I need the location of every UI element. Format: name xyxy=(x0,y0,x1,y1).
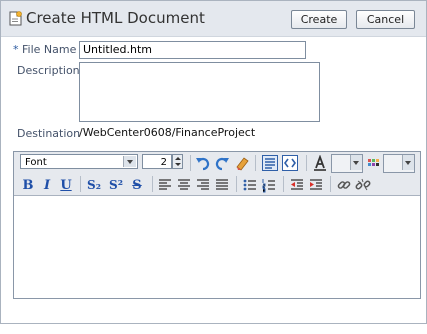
editor-toolbar-top: Font 2 xyxy=(14,152,420,175)
new-document-icon xyxy=(9,11,22,26)
source-code-mode-icon[interactable] xyxy=(282,155,298,171)
background-color-icon[interactable] xyxy=(365,155,381,171)
toolbar-separator xyxy=(236,176,237,192)
align-left-icon[interactable] xyxy=(157,177,173,193)
editor-toolbar-bottom: B I U S₂ S² S xyxy=(14,174,420,196)
font-color-picker[interactable] xyxy=(331,154,363,173)
bold-button[interactable]: B xyxy=(20,177,36,193)
spinner-up-icon[interactable] xyxy=(175,157,181,160)
destination-label: Destination xyxy=(17,127,81,140)
font-size-input[interactable]: 2 xyxy=(142,154,172,169)
chevron-down-icon[interactable] xyxy=(350,155,362,170)
dialog-header: Create HTML Document Create Cancel xyxy=(1,1,426,37)
toolbar-separator xyxy=(283,176,284,192)
background-color-picker[interactable] xyxy=(383,154,415,173)
numbered-list-icon[interactable] xyxy=(261,177,277,193)
strikethrough-button[interactable]: S xyxy=(129,177,145,193)
toolbar-separator xyxy=(330,176,331,192)
redo-icon[interactable] xyxy=(214,155,230,171)
required-marker: * xyxy=(13,43,19,56)
editor-content-area[interactable] xyxy=(14,196,420,298)
spinner-down-icon[interactable] xyxy=(175,163,181,166)
underline-button[interactable]: U xyxy=(58,177,74,193)
create-button[interactable]: Create xyxy=(291,10,347,29)
description-label: Description xyxy=(17,64,80,77)
toolbar-separator xyxy=(152,176,153,192)
undo-icon[interactable] xyxy=(195,155,211,171)
toolbar-separator xyxy=(306,155,307,171)
toolbar-separator xyxy=(80,176,81,192)
italic-button[interactable]: I xyxy=(39,177,55,193)
font-select[interactable]: Font xyxy=(20,154,138,169)
file-name-input[interactable]: Untitled.htm xyxy=(79,41,306,59)
justify-icon[interactable] xyxy=(214,177,230,193)
eraser-icon[interactable] xyxy=(234,155,250,171)
bullet-list-icon[interactable] xyxy=(242,177,258,193)
file-name-label: * File Name xyxy=(13,43,76,56)
font-size-value: 2 xyxy=(160,157,167,168)
align-right-icon[interactable] xyxy=(195,177,211,193)
file-name-label-text: File Name xyxy=(22,43,77,56)
indent-icon[interactable] xyxy=(308,177,324,193)
toolbar-separator xyxy=(255,155,256,171)
rich-text-mode-icon[interactable] xyxy=(262,155,278,171)
align-center-icon[interactable] xyxy=(176,177,192,193)
cancel-button[interactable]: Cancel xyxy=(356,10,415,29)
dialog-title: Create HTML Document xyxy=(26,9,205,27)
font-color-icon[interactable] xyxy=(312,155,328,171)
font-select-value: Font xyxy=(25,157,47,168)
toolbar-separator xyxy=(190,155,191,171)
outdent-icon[interactable] xyxy=(289,177,305,193)
chevron-down-icon xyxy=(123,156,136,167)
link-icon[interactable] xyxy=(336,177,352,193)
chevron-down-icon[interactable] xyxy=(402,155,414,170)
unlink-icon[interactable] xyxy=(355,177,371,193)
destination-path: /WebCenter0608/FinanceProject xyxy=(79,126,256,139)
create-html-document-dialog: Create HTML Document Create Cancel * Fil… xyxy=(0,0,427,324)
description-textarea[interactable] xyxy=(79,62,320,122)
subscript-button[interactable]: S₂ xyxy=(86,177,102,193)
font-size-spinner[interactable] xyxy=(172,154,183,169)
superscript-button[interactable]: S² xyxy=(108,177,124,193)
rich-text-editor: Font 2 B I U S₂ S² S xyxy=(13,151,421,299)
